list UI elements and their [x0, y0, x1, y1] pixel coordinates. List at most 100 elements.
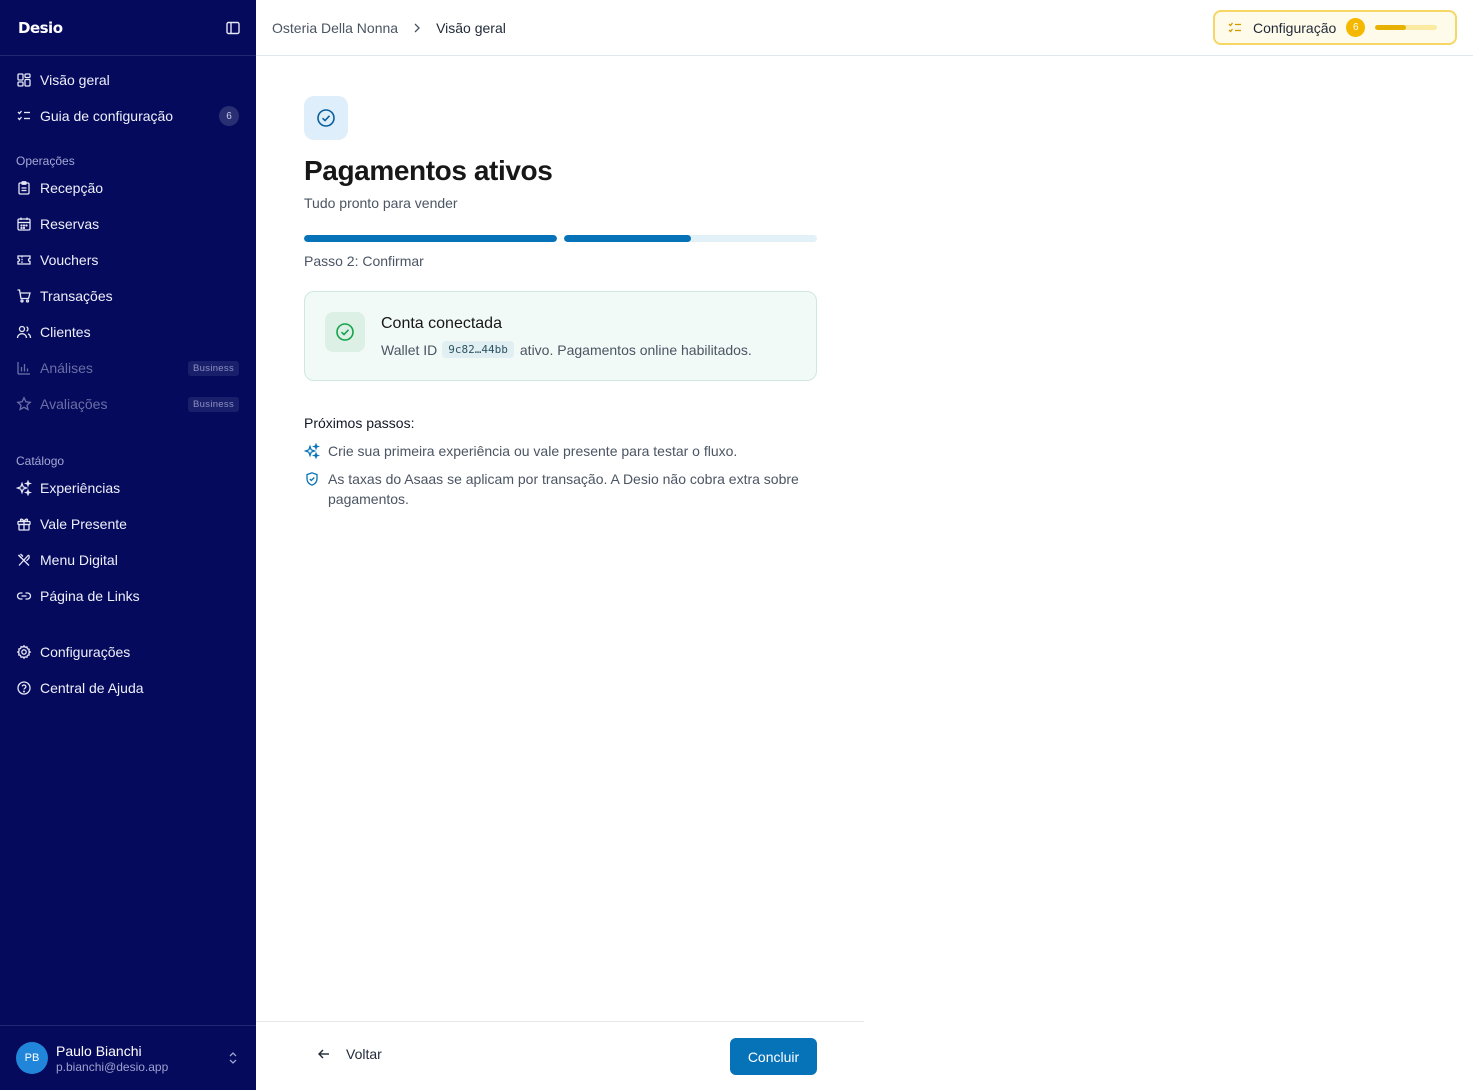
sidebar-item-avaliacoes[interactable]: Avaliações Business: [0, 386, 256, 422]
sidebar-item-label: Configurações: [40, 644, 131, 660]
user-email: p.bianchi@desio.app: [56, 1059, 169, 1074]
connected-account-card: Conta conectada Wallet ID 9c82…44bb ativ…: [304, 291, 817, 381]
sidebar-item-vale-presente[interactable]: Vale Presente: [0, 506, 256, 542]
wallet-label: Wallet ID: [381, 341, 438, 358]
section-title-operacoes: Operações: [16, 154, 75, 168]
page-title: Pagamentos ativos: [304, 155, 553, 186]
users-icon: [16, 324, 32, 340]
setup-progress-fill: [1375, 25, 1407, 30]
shield-check-icon: [304, 471, 320, 487]
sidebar-item-visao-geral[interactable]: Visão geral: [0, 62, 256, 98]
gift-icon: [16, 516, 32, 532]
sidebar-item-label: Menu Digital: [40, 552, 118, 568]
back-button[interactable]: Voltar: [316, 1046, 382, 1062]
step-1-bar: [304, 235, 557, 242]
sidebar-item-label: Vouchers: [40, 252, 99, 268]
clipboard-icon: [16, 180, 32, 196]
main-content: Pagamentos ativos Tudo pronto para vende…: [303, 96, 817, 509]
next-step-text: As taxas do Asaas se aplicam por transaç…: [328, 471, 799, 507]
chevron-right-icon: [410, 21, 424, 35]
sidebar-item-label: Central de Ajuda: [40, 680, 144, 696]
layout-grid-icon: [16, 72, 32, 88]
sidebar-item-label: Reservas: [40, 216, 100, 232]
section-title-catalogo: Catálogo: [16, 454, 65, 468]
sidebar-item-guia-configuracao[interactable]: Guia de configuração 6: [0, 98, 256, 134]
next-steps-title: Próximos passos:: [304, 415, 415, 431]
sidebar-item-label: Avaliações: [40, 396, 108, 412]
check-circle-icon: [304, 96, 348, 140]
sidebar-item-label: Análises: [40, 360, 93, 376]
step-progress: [304, 235, 817, 242]
card-title: Conta conectada: [381, 315, 502, 332]
breadcrumb-venue[interactable]: Osteria Della Nonna: [272, 20, 398, 36]
sidebar-item-label: Vale Presente: [40, 516, 127, 532]
sidebar-item-label: Visão geral: [40, 72, 110, 88]
chevrons-up-down-icon: [226, 1051, 240, 1065]
step-2-fill: [564, 235, 691, 242]
card-description: Wallet ID 9c82…44bb ativo. Pagamentos on…: [381, 341, 752, 358]
sidebar-item-clientes[interactable]: Clientes: [0, 314, 256, 350]
sidebar-header: Desio: [0, 0, 256, 56]
cart-icon: [16, 288, 32, 304]
star-icon: [16, 396, 32, 412]
calendar-icon: [16, 216, 32, 232]
ticket-icon: [16, 252, 32, 268]
sidebar-item-recepcao[interactable]: Recepção: [0, 170, 256, 206]
sidebar-item-label: Experiências: [40, 480, 121, 496]
user-name: Paulo Bianchi: [56, 1042, 142, 1059]
gear-icon: [16, 644, 32, 660]
plan-badge: Business: [188, 360, 239, 376]
card-body: Conta conectada Wallet ID 9c82…44bb ativ…: [381, 312, 752, 358]
sidebar-item-reservas[interactable]: Reservas: [0, 206, 256, 242]
sidebar-item-menu-digital[interactable]: Menu Digital: [0, 542, 256, 578]
next-step-item: As taxas do Asaas se aplicam por transaç…: [304, 469, 817, 509]
wizard-footer: Voltar Concluir: [256, 1021, 864, 1090]
sidebar-item-experiencias[interactable]: Experiências: [0, 470, 256, 506]
sidebar-item-label: Guia de configuração: [40, 108, 174, 124]
sidebar-item-pagina-links[interactable]: Página de Links: [0, 578, 256, 614]
sidebar-item-label: Clientes: [40, 324, 91, 340]
step-1-fill: [304, 235, 557, 242]
help-circle-icon: [16, 680, 32, 696]
sparkles-icon: [303, 442, 321, 460]
link-icon: [16, 588, 32, 604]
sidebar-item-analises[interactable]: Análises Business: [0, 350, 256, 386]
setup-progress-bar: [1375, 25, 1438, 30]
top-bar: Osteria Della Nonna Visão geral Configur…: [256, 0, 1473, 56]
step-2-bar: [564, 235, 817, 242]
desio-logo[interactable]: Desio: [18, 19, 63, 37]
sidebar-nav: Visão geral Guia de configuração 6 Opera…: [0, 56, 256, 706]
list-checks-icon: [16, 108, 32, 124]
sidebar: Desio Visão geral Guia de configuração 6…: [0, 0, 256, 1090]
sidebar-item-transacoes[interactable]: Transações: [0, 278, 256, 314]
page-subtitle: Tudo pronto para vender: [304, 195, 458, 211]
check-circle-icon: [325, 312, 365, 352]
pending-count-badge: 6: [219, 106, 239, 126]
sidebar-item-label: Transações: [40, 288, 113, 304]
utensils-icon: [16, 552, 32, 568]
user-info: Paulo Bianchi p.bianchi@desio.app: [56, 1043, 226, 1074]
sidebar-item-label: Recepção: [40, 180, 104, 196]
wallet-status-text: ativo. Pagamentos online habilitados.: [519, 341, 752, 358]
wallet-id-chip: 9c82…44bb: [442, 341, 514, 358]
sidebar-item-central-ajuda[interactable]: Central de Ajuda: [0, 670, 256, 706]
user-menu[interactable]: PB Paulo Bianchi p.bianchi@desio.app: [0, 1025, 256, 1090]
bar-chart-icon: [16, 360, 32, 376]
sidebar-item-configuracoes[interactable]: Configurações: [0, 634, 256, 670]
back-button-label: Voltar: [346, 1046, 382, 1062]
setup-count-badge: 6: [1346, 18, 1366, 37]
breadcrumb-current: Visão geral: [436, 19, 506, 36]
step-caption: Passo 2: Confirmar: [304, 253, 424, 269]
sparkles-icon: [16, 480, 32, 496]
finish-button[interactable]: Concluir: [730, 1038, 817, 1075]
next-step-item: Crie sua primeira experiência ou vale pr…: [303, 441, 817, 461]
plan-badge: Business: [188, 396, 239, 412]
sidebar-item-vouchers[interactable]: Vouchers: [0, 242, 256, 278]
arrow-left-icon: [316, 1046, 332, 1062]
avatar: PB: [16, 1042, 48, 1074]
sidebar-item-label: Página de Links: [40, 588, 140, 604]
sidebar-toggle-icon[interactable]: [224, 19, 242, 37]
list-checks-icon: [1227, 20, 1243, 36]
setup-progress-button[interactable]: Configuração 6: [1213, 10, 1457, 45]
setup-label: Configuração: [1253, 19, 1337, 36]
